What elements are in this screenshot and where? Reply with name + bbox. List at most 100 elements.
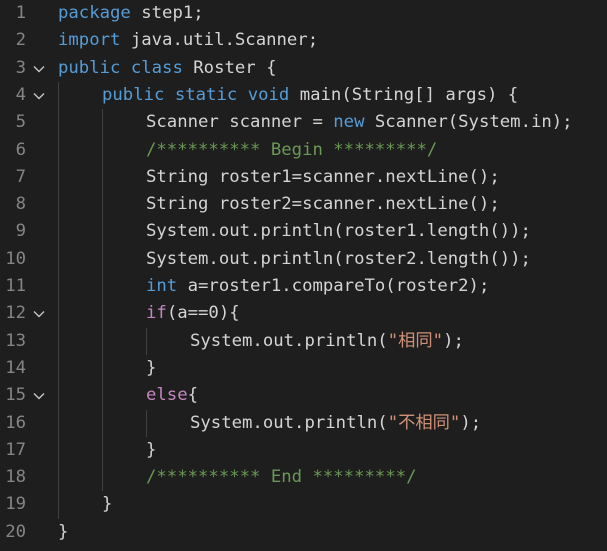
code-text: public static void main(String[] args) {: [102, 82, 518, 109]
code-line[interactable]: 11 int a=roster1.compareTo(roster2);: [0, 273, 607, 300]
code-line[interactable]: 10 System.out.println(roster2.length());: [0, 246, 607, 273]
code-line[interactable]: 5 Scanner scanner = new Scanner(System.in…: [0, 109, 607, 136]
code-token: class: [130, 57, 183, 78]
code-line[interactable]: 7 String roster1=scanner.nextLine();: [0, 164, 607, 191]
line-number: 11: [5, 276, 26, 296]
code-token: package: [58, 3, 131, 23]
code-token: step1;: [130, 3, 204, 23]
code-token: java.util.Scanner;: [120, 30, 319, 51]
code-text: }: [146, 355, 156, 382]
code-text: }: [58, 519, 68, 546]
code-line[interactable]: 18 /********** End *********/: [0, 464, 607, 491]
code-token: System.out.println(: [190, 330, 388, 351]
line-number: 17: [5, 439, 26, 460]
code-token: );: [460, 412, 482, 433]
code-line[interactable]: 14}: [0, 355, 607, 382]
code-line[interactable]: 12 if(a==0){: [0, 300, 607, 327]
code-text: import java.util.Scanner;: [58, 27, 318, 54]
code-token: (a==0){: [166, 303, 240, 324]
code-text: Scanner scanner = new Scanner(System.in)…: [146, 109, 573, 136]
line-number: 2: [15, 30, 26, 51]
line-number: 6: [15, 139, 26, 160]
code-line[interactable]: 13 System.out.println("相同");: [0, 328, 607, 355]
line-number: 14: [5, 357, 26, 378]
code-token: }: [146, 439, 157, 460]
code-text: public class Roster {: [58, 55, 277, 82]
code-token: /********** Begin *********/: [146, 139, 438, 160]
code-token: }: [146, 357, 157, 378]
code-token: Scanner scanner =: [146, 112, 334, 133]
code-line[interactable]: 9 System.out.println(roster1.length());: [0, 218, 607, 245]
code-token: Scanner(System.in);: [364, 112, 573, 133]
code-token: int: [146, 276, 178, 296]
code-line[interactable]: 16 System.out.println("不相同");: [0, 410, 607, 437]
code-token: System.out.println(roster1.length());: [146, 221, 531, 242]
code-token: System.out.println(roster2.length());: [146, 248, 531, 269]
line-number: 20: [5, 521, 26, 542]
code-token: Roster {: [182, 57, 277, 78]
code-text: System.out.println(roster1.length());: [146, 218, 531, 245]
fold-chevron-icon[interactable]: [33, 390, 45, 402]
code-line[interactable]: 4 public static void main(String[] args) …: [0, 82, 607, 109]
code-text: System.out.println("相同");: [190, 328, 464, 355]
code-text: System.out.println("不相同");: [190, 410, 481, 437]
code-token: /********** End *********/: [146, 467, 417, 488]
line-number: 9: [15, 221, 26, 242]
code-token: }: [58, 521, 69, 542]
code-token: "相同": [387, 330, 444, 351]
code-token: "不相同": [387, 412, 461, 433]
line-number: 15: [5, 385, 26, 406]
code-line[interactable]: 20}: [0, 519, 607, 546]
code-token: else: [146, 385, 188, 406]
code-line[interactable]: 8 String roster2=scanner.nextLine();: [0, 191, 607, 218]
line-number: 16: [5, 412, 26, 433]
code-token: System.out.println(: [190, 412, 388, 433]
code-line[interactable]: 2 import java.util.Scanner;: [0, 27, 607, 54]
line-number: 4: [15, 84, 26, 105]
line-number: 19: [5, 494, 26, 515]
line-number: 5: [15, 112, 26, 133]
code-token: );: [443, 330, 464, 351]
code-token: main(String[] args) {: [289, 84, 519, 105]
line-number: 3: [15, 57, 26, 78]
fold-chevron-icon[interactable]: [33, 63, 45, 75]
line-number: 10: [5, 248, 26, 269]
code-editor[interactable]: 1 package step1; 2 import java.util.Scanner…: [0, 0, 607, 551]
code-text: /********** End *********/: [146, 464, 417, 491]
code-text: }: [102, 491, 112, 518]
line-number: 7: [15, 166, 26, 187]
code-text: int a=roster1.compareTo(roster2);: [146, 273, 489, 300]
line-number: 12: [5, 303, 26, 324]
code-text: /********** Begin *********/: [146, 137, 437, 164]
code-token: static: [174, 84, 238, 105]
code-token: {: [187, 385, 199, 406]
line-number: 18: [5, 467, 26, 488]
code-text: else{: [146, 382, 198, 409]
code-text: }: [146, 437, 156, 464]
code-line[interactable]: 19}: [0, 491, 607, 518]
line-number: 8: [15, 194, 26, 215]
fold-chevron-icon[interactable]: [33, 308, 45, 320]
code-text: String roster2=scanner.nextLine();: [146, 191, 500, 218]
code-line[interactable]: 15 else{: [0, 382, 607, 409]
code-text: System.out.println(roster2.length());: [146, 246, 531, 273]
code-line[interactable]: 17}: [0, 437, 607, 464]
code-token: String roster1=scanner.nextLine();: [146, 166, 500, 187]
code-text: package step1;: [58, 0, 204, 27]
code-text: if(a==0){: [146, 300, 240, 327]
line-number: 1: [15, 3, 26, 23]
code-token: }: [102, 494, 113, 515]
code-line[interactable]: 3 public class Roster {: [0, 55, 607, 82]
code-token: void: [247, 84, 290, 105]
code-token: public: [58, 57, 121, 78]
fold-chevron-icon[interactable]: [33, 90, 45, 102]
code-line[interactable]: 1 package step1;: [0, 0, 607, 27]
code-line[interactable]: 6 /********** Begin *********/: [0, 137, 607, 164]
code-token: new: [333, 112, 365, 133]
code-text: String roster1=scanner.nextLine();: [146, 164, 500, 191]
code-token: String roster2=scanner.nextLine();: [146, 194, 500, 215]
code-token: if: [146, 303, 167, 324]
